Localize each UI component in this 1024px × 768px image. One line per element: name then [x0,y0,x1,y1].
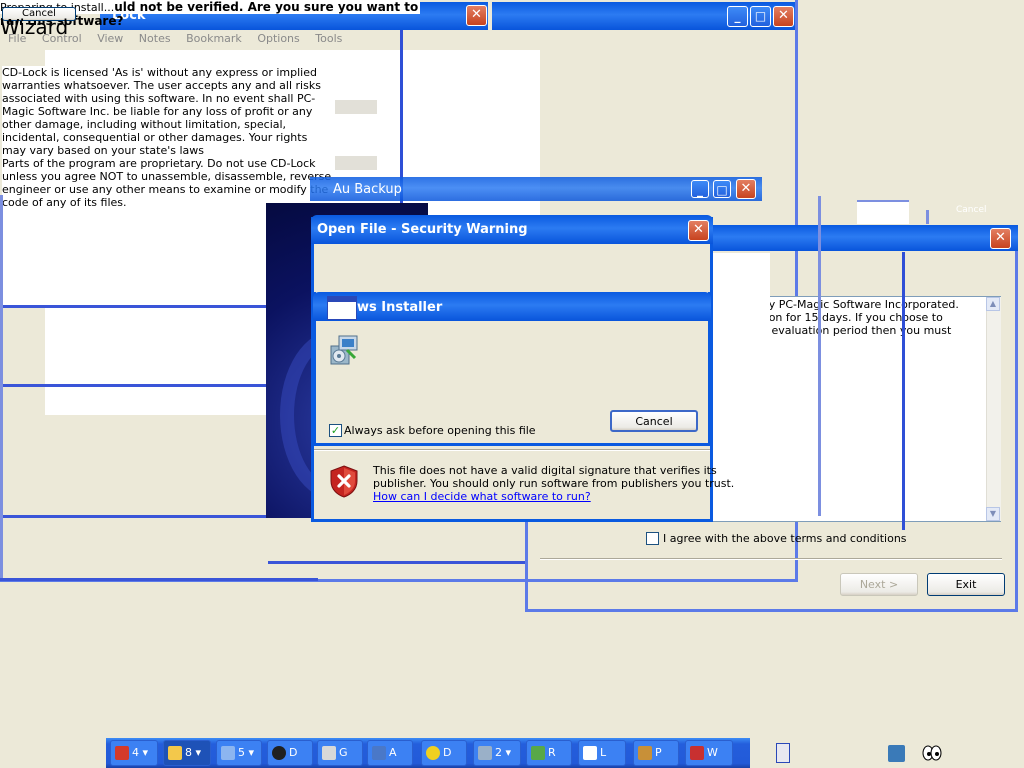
warning-text-line-1: This file does not have a valid digital … [373,464,717,477]
folder-icon [168,746,182,760]
taskbar-item-window[interactable]: L [578,740,626,766]
taskbar-item-terminal[interactable]: G [317,740,363,766]
menu-notes[interactable]: Notes [139,32,171,45]
menu-tools[interactable]: Tools [315,32,342,45]
close-button[interactable]: ✕ [773,6,794,27]
backup-window-title: Au Backup [333,182,402,197]
scroll-down-button[interactable]: ▼ [986,507,1000,521]
windows-installer-title: ws Installer [357,300,443,315]
user-icon [638,746,652,760]
minimize-button[interactable]: _ [727,6,748,27]
license-separator [540,558,1002,560]
help-link[interactable]: How can I decide what software to run? [373,490,591,503]
always-ask-checkbox[interactable]: ✓ [329,424,342,437]
clock-icon [272,746,286,760]
menu-file[interactable]: File [8,32,26,45]
next-button[interactable]: Next > [840,573,918,596]
menu-bar: File Control View Notes Bookmark Options… [4,32,342,48]
menu-control[interactable]: Control [42,32,82,45]
background-close-button[interactable]: ✕ [466,5,487,26]
installer-cancel-button[interactable]: Cancel [610,410,698,432]
eyes-icon[interactable] [922,745,942,761]
backup-maximize-button[interactable]: □ [713,180,731,198]
license-scrollbar[interactable] [986,297,1001,521]
network-icon [221,746,235,760]
taskbar-item-app[interactable]: A [367,740,413,766]
installer-title-icon [327,296,357,320]
ghost-cancel-fragment: Cancel [956,205,987,215]
ghost-line-v4 [926,210,929,224]
shield-icon [115,746,129,760]
keyboard-icon[interactable] [776,743,790,763]
taskbar-item-security[interactable]: W [685,740,733,766]
backup-minimize-button[interactable]: _ [691,180,709,198]
taskbar-group-installer[interactable]: 2 ▾ [473,740,521,766]
run-icon [531,746,545,760]
backup-close-button[interactable]: ✕ [736,179,756,199]
security-warning-title: Open File - Security Warning [317,222,528,237]
taskbar-group-network[interactable]: 5 ▾ [216,740,262,766]
app-icon [372,746,386,760]
security-warning-separator [314,449,710,451]
shield-x-icon [330,465,358,498]
exit-button[interactable]: Exit [927,573,1005,596]
warning-text-line-2: publisher. You should only run software … [373,477,735,490]
license-paragraph-1: CD-Lock is licensed 'As is' without any … [2,66,334,157]
agree-label: I agree with the above terms and conditi… [663,532,907,545]
scroll-up-button[interactable]: ▲ [986,297,1000,311]
ghost-line-h4 [0,578,318,581]
window-icon [583,746,597,760]
installer-icon [327,332,361,366]
taskbar-item-run[interactable]: R [526,740,572,766]
network-tray-icon[interactable] [888,745,905,762]
maximize-button[interactable]: □ [750,6,771,27]
taskbar-item-error[interactable]: D [421,740,467,766]
installer-icon [478,746,492,760]
terminal-icon [322,746,336,760]
taskbar-item-user[interactable]: P [633,740,679,766]
security-warning-close-button[interactable]: ✕ [688,220,709,241]
faint-stripe-1 [335,100,377,114]
content-area-left [0,195,45,305]
always-ask-label: Always ask before opening this file [344,424,536,437]
menu-options[interactable]: Options [257,32,299,45]
menu-bookmark[interactable]: Bookmark [186,32,242,45]
background-gap [488,2,492,30]
ghost-fragment-top-right [857,200,909,224]
security-shield-icon [690,746,704,760]
ghost-line-v2 [818,196,821,516]
license-close-button[interactable]: ✕ [990,228,1011,249]
taskbar-group-shield[interactable]: 4 ▾ [110,740,158,766]
license-title-bar [700,225,1018,251]
ghost-line-v3 [902,252,905,530]
ghost-line-h5 [268,561,528,564]
license-paragraph-2: Parts of the program are proprietary. Do… [2,157,334,209]
taskbar-item-clock[interactable]: D [267,740,313,766]
license-white-strip [712,253,770,453]
menu-view[interactable]: View [97,32,123,45]
error-icon [426,746,440,760]
faint-stripe-2 [335,156,377,170]
ghost-line-v-left [0,195,3,578]
agree-checkbox[interactable] [646,532,659,545]
taskbar-group-folder[interactable]: 8 ▾ [163,740,211,766]
